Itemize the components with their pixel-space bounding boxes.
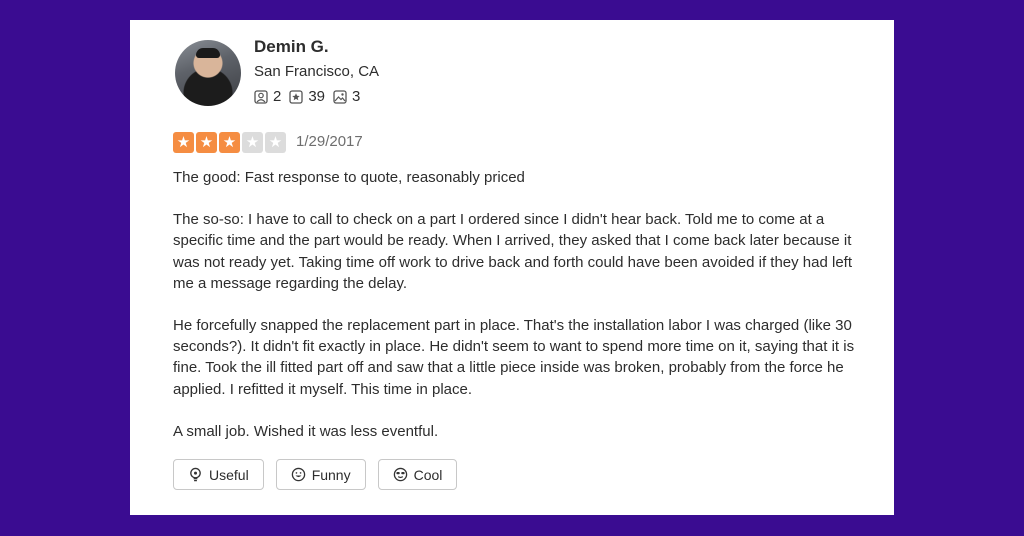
star-icon: ★ [242,132,263,153]
friends-value: 2 [273,88,282,105]
review-paragraph: A small job. Wished it was less eventful… [173,422,439,440]
funny-label: Funny [311,466,351,483]
review-card: Demin G. San Francisco, CA 2 39 3 ★ ★ ★ … [130,20,894,515]
review-date: 1/29/2017 [296,133,363,150]
star-rating: ★ ★ ★ ★ ★ [173,132,288,153]
review-paragraph: The good: Fast response to quote, reason… [173,169,525,186]
reviewer-stats: 2 39 3 [254,88,368,105]
photo-icon [333,89,347,104]
funny-button[interactable]: Funny [275,459,366,490]
star-icon: ★ [196,132,217,153]
review-star-icon [289,89,303,104]
smiley-icon [291,467,305,482]
reviewer-name[interactable]: Demin G. [254,37,329,57]
review-paragraph: He forcefully snapped the replacement pa… [173,317,855,398]
friends-icon [254,89,268,104]
cool-button[interactable]: Cool [377,459,458,490]
cool-label: Cool [413,466,443,483]
reviews-value: 39 [308,88,326,105]
reviews-count: 39 [289,88,325,105]
useful-button[interactable]: Useful [173,459,264,490]
lightbulb-icon [190,467,201,482]
star-icon: ★ [219,132,240,153]
friends-count: 2 [254,88,281,105]
star-icon: ★ [265,132,286,153]
photos-count: 3 [333,88,360,105]
avatar[interactable] [175,40,241,106]
star-icon: ★ [173,132,194,153]
sunglasses-face-icon [393,467,407,482]
review-paragraph: The so-so: I have to call to check on a … [173,211,853,292]
useful-label: Useful [209,466,249,483]
reviewer-location: San Francisco, CA [254,63,380,80]
review-text: The good: Fast response to quote, reason… [173,167,873,463]
review-actions: Useful Funny Cool [173,459,469,490]
photos-value: 3 [352,88,361,105]
